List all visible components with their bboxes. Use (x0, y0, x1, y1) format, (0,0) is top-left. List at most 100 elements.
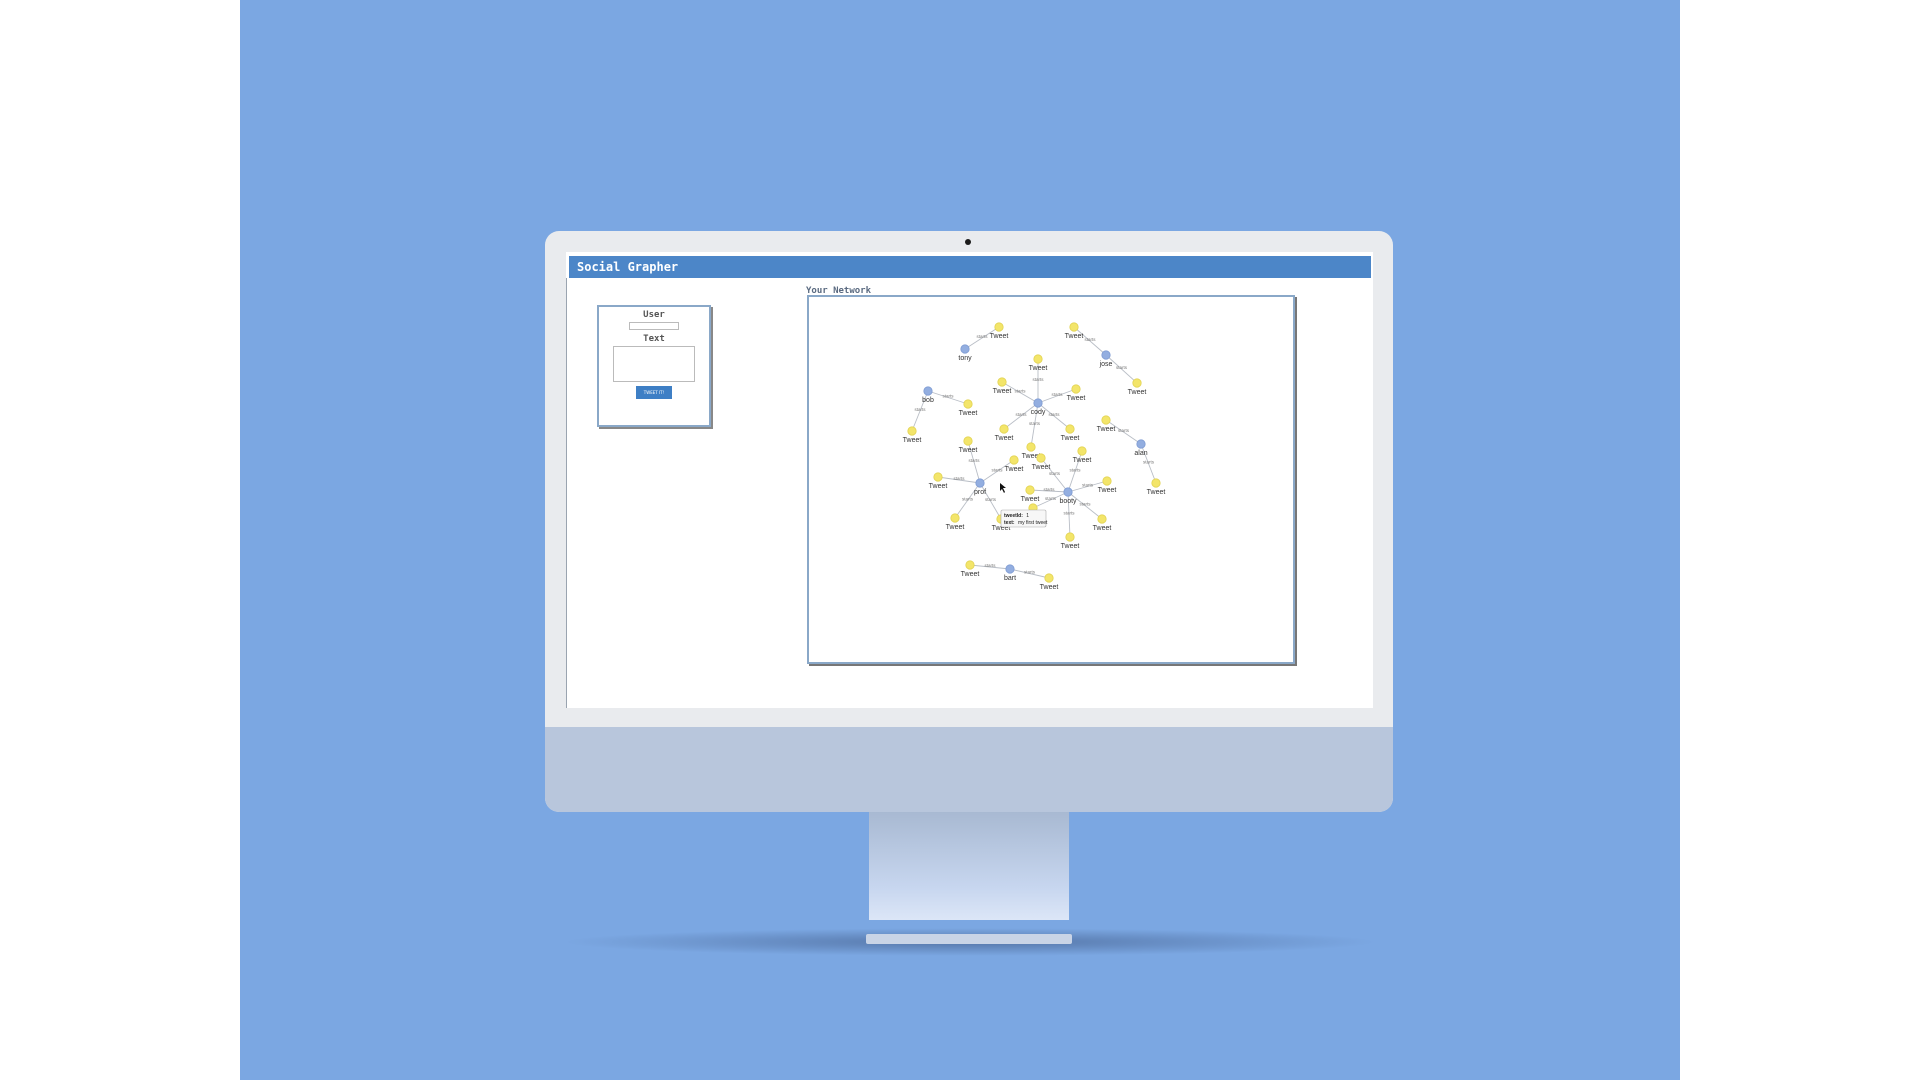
tweet-node[interactable] (1077, 446, 1087, 456)
text-input[interactable] (613, 346, 695, 382)
edge-label: starts (1014, 389, 1026, 394)
tweet-node[interactable] (1097, 514, 1107, 524)
text-label: Text (643, 334, 665, 344)
svg-text:text: my first twe: text: my first tweet (1004, 520, 1048, 526)
tooltip-text-value: my first tweet (1018, 520, 1048, 526)
user-node-label: alan (1134, 450, 1147, 457)
user-node-label: booty (1059, 498, 1077, 505)
user-node[interactable] (1005, 564, 1015, 574)
user-node-label: cody (1031, 409, 1046, 416)
tweet-node-label: Tweet (995, 435, 1014, 442)
tweet-node-label: Tweet (946, 524, 965, 531)
tooltip-id-value: 1 (1026, 513, 1029, 519)
tweet-node-label: Tweet (1032, 464, 1051, 471)
tweet-node[interactable] (994, 322, 1004, 332)
tweet-node[interactable] (1071, 384, 1081, 394)
tweet-node-label: Tweet (959, 410, 978, 417)
tweet-node[interactable] (1026, 442, 1036, 452)
tweet-node[interactable] (1102, 476, 1112, 486)
tweet-node-label: Tweet (1040, 584, 1059, 591)
edge-label: starts (942, 394, 954, 399)
user-label: User (643, 310, 665, 320)
user-node[interactable] (1063, 487, 1073, 497)
tweet-node[interactable] (999, 424, 1009, 434)
monitor-stand-foot (866, 934, 1072, 944)
edge-label: starts (1082, 483, 1094, 488)
user-node-label: prof (974, 489, 986, 496)
edge-label: starts (1051, 392, 1063, 397)
tweet-node-label: Tweet (1147, 489, 1166, 496)
tweet-node-label: Tweet (961, 571, 980, 578)
tweet-node[interactable] (1033, 354, 1043, 364)
tweet-node[interactable] (1101, 415, 1111, 425)
tooltip-id-key: tweetId: (1004, 513, 1023, 519)
tweet-node-label: Tweet (1067, 395, 1086, 402)
user-node[interactable] (1136, 439, 1146, 449)
tweet-node[interactable] (1009, 455, 1019, 465)
tooltip: tweetId: 1 text: my first tweet (1000, 509, 1048, 528)
edge-label: starts (1048, 412, 1060, 417)
tweet-node-label: Tweet (1128, 389, 1147, 396)
user-node-label: tony (958, 355, 972, 362)
network-panel: starts starts starts starts starts starts star… (807, 295, 1295, 664)
tweet-node[interactable] (963, 436, 973, 446)
tweet-node[interactable] (933, 472, 943, 482)
edge-label: starts (1063, 511, 1075, 516)
tweet-node[interactable] (1065, 532, 1075, 542)
edge-label: starts (1069, 468, 1081, 473)
tweet-form: User Text TWEET IT! (597, 305, 711, 427)
tweet-node[interactable] (1069, 322, 1079, 332)
edge-label: starts (1116, 365, 1128, 370)
edge-label: starts (1084, 337, 1096, 342)
tweet-node-label: Tweet (1061, 543, 1080, 550)
tweet-node[interactable] (1132, 378, 1142, 388)
tweet-node-label: Tweet (1093, 525, 1112, 532)
edge-label: starts (984, 563, 996, 568)
user-node[interactable] (923, 386, 933, 396)
edge-label: starts (1079, 502, 1091, 507)
tweet-node-label: Tweet (903, 437, 922, 444)
edge-label: starts (962, 497, 974, 502)
edge-label: starts (1118, 428, 1130, 433)
tweet-node-label: Tweet (1061, 435, 1080, 442)
tweet-node-label: Tweet (1005, 466, 1024, 473)
tweet-node[interactable] (963, 399, 973, 409)
edge-label: starts (1024, 570, 1036, 575)
tweet-node-label: Tweet (1065, 333, 1084, 340)
user-node-label: jose (1099, 361, 1113, 368)
user-node[interactable] (1101, 350, 1111, 360)
tweet-node[interactable] (1151, 478, 1161, 488)
edge-label: starts (985, 497, 997, 502)
tweet-node-label: Tweet (1073, 457, 1092, 464)
user-node[interactable] (975, 478, 985, 488)
tweet-node[interactable] (1044, 573, 1054, 583)
edge-label: starts (1045, 496, 1057, 501)
tweet-node[interactable] (997, 377, 1007, 387)
monitor-stand (869, 812, 1069, 920)
monitor-chin (545, 727, 1393, 812)
tweet-node-label: Tweet (959, 447, 978, 454)
tweet-node[interactable] (907, 426, 917, 436)
edge-label: starts (914, 407, 926, 412)
app-screen: Social Grapher User Text TWEET IT! Your … (566, 252, 1373, 708)
user-input[interactable] (629, 322, 679, 330)
tweet-node-label: Tweet (993, 388, 1012, 395)
tweet-node[interactable] (1025, 485, 1035, 495)
edge-label: starts (976, 334, 988, 339)
tweet-button[interactable]: TWEET IT! (636, 386, 672, 399)
edge-label: starts (1032, 377, 1044, 382)
network-graph[interactable]: starts starts starts starts starts starts star… (809, 297, 1293, 662)
camera-icon (965, 239, 971, 245)
tweet-node[interactable] (950, 513, 960, 523)
edge-label: starts (1029, 421, 1041, 426)
user-node[interactable] (1033, 398, 1043, 408)
tweet-node[interactable] (1065, 424, 1075, 434)
edge-label: starts (991, 468, 1003, 473)
edge-label: starts (1043, 487, 1055, 492)
tweet-node[interactable] (965, 560, 975, 570)
user-node[interactable] (960, 344, 970, 354)
tweet-node-label: Tweet (1098, 487, 1117, 494)
tweet-node[interactable] (1036, 453, 1046, 463)
tweet-node-label: Tweet (929, 483, 948, 490)
user-node-label: bob (922, 397, 934, 404)
